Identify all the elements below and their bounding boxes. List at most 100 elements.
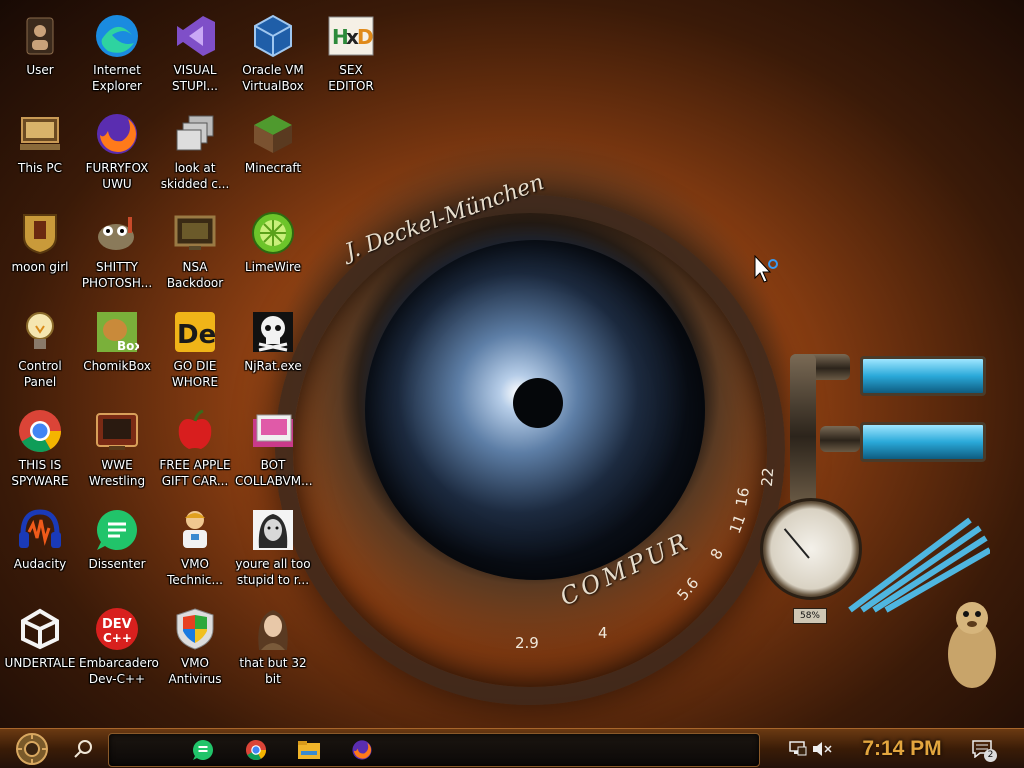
scale-number: 5.6 [673,574,703,604]
desktop-icon-nsa-backdoor[interactable]: NSA Backdoor [155,205,235,299]
svg-text:Box: Box [117,339,139,353]
network-icon [789,741,807,756]
desktop-icon-label: User [26,63,54,77]
scale-number: 8 [706,545,727,563]
desktop-icon-label: BOT COLLABVM... [235,458,313,488]
desktop-icon-internet-explorer[interactable]: Internet Explorer [77,8,157,102]
desktop-icon-moon-girl[interactable]: moon girl [0,205,80,299]
search-icon [74,740,92,758]
mouse-cursor [754,255,778,283]
cpu-gauge-needle [783,528,810,559]
desktop[interactable]: J. Deckel-München COMPUR 2.9 4 5.6 8 11 … [0,0,1024,768]
desktop-icon-embarcadero-devcpp[interactable]: DEV C++ Embarcadero Dev-C++ [77,601,159,695]
virtualbox-icon [249,12,297,60]
desktop-icon-that-but-32-bit[interactable]: that but 32 bit [233,601,313,695]
desktop-icon-label: Minecraft [244,161,302,175]
desktop-icon-this-pc[interactable]: This PC [0,106,80,200]
taskbar-clock[interactable]: 7:14 PM [852,736,952,762]
desktop-icon-label: Audacity [13,557,67,571]
desktop-icon-label: THIS IS SPYWARE [11,458,69,488]
desktop-icon-label: Internet Explorer [92,63,142,93]
desktop-icon-user[interactable]: User [0,8,80,102]
user-folder-icon [16,12,64,60]
desktop-icon-label: Oracle VM VirtualBox [242,63,304,93]
desktop-icon-label: Embarcadero Dev-C++ [79,656,159,686]
folder-icon [298,741,320,759]
audacity-icon [16,506,64,554]
taskbar-app-dissenter[interactable] [185,737,221,763]
svg-text:De: De [177,320,216,350]
desktop-icon-label: that but 32 bit [239,656,307,686]
gopher-mascot-widget [948,602,996,688]
chrome-icon [16,407,64,455]
taskbar: 7:14 PM 2 [0,728,1024,768]
svg-text:C++: C++ [103,631,132,645]
cpu-gauge-dial [760,498,862,600]
network-tray-button[interactable] [788,739,808,759]
chomikbox-icon: Box [93,308,141,356]
desktop-icon-label: FREE APPLE GIFT CAR... [159,458,231,488]
scale-number: 11 [725,511,750,537]
scale-number: 16 [732,486,754,508]
desktop-icon-bot-collabvm[interactable]: BOT COLLABVM... [233,403,313,497]
start-button[interactable] [8,731,56,767]
desktop-icon-label: GO DIE WHORE [171,359,219,389]
desktop-icon-label: ChomikBox [83,359,151,373]
volume-muted-icon [813,742,832,756]
wallpaper-lens-glass [365,240,705,580]
cpu-gauge-readout: 58% [793,608,827,624]
desktop-icon-label: VMO Technic... [167,557,223,587]
desktop-icon-free-apple-gift-card[interactable]: FREE APPLE GIFT CAR... [155,403,235,497]
desktop-icon-minecraft[interactable]: Minecraft [233,106,313,200]
cpu-gauge-widget: 58% [750,350,1000,640]
desktop-icon-vmo-antivirus[interactable]: VMO Antivirus [155,601,235,695]
desktop-icon-audacity[interactable]: Audacity [0,502,80,596]
desktop-icon-label: moon girl [11,260,69,274]
desktop-icon-furryfox[interactable]: FURRYFOX UWU [77,106,157,200]
desktop-icon-label: VMO Antivirus [168,656,222,686]
desktop-icon-wwe-wrestling[interactable]: WWE Wrestling [77,403,157,497]
desktop-icon-label: FURRYFOX UWU [85,161,149,191]
taskbar-app-firefox[interactable] [344,737,380,763]
desktop-icon-youre-all-too-stupid[interactable]: youre all too stupid to r... [233,502,313,596]
desktop-icon-label: NjRat.exe [244,359,302,373]
desktop-icon-label: LimeWire [244,260,302,274]
volume-tray-button[interactable] [812,739,832,759]
skull-icon [249,308,297,356]
desktop-icon-limewire[interactable]: LimeWire [233,205,313,299]
desktop-icon-visual-studio[interactable]: VISUAL STUPI... [155,8,235,102]
desktop-icon-this-is-spyware[interactable]: THIS IS SPYWARE [0,403,80,497]
desktop-icon-label: Dissenter [88,557,146,571]
desktop-icon-virtualbox[interactable]: Oracle VM VirtualBox [233,8,313,102]
de-icon: De [171,308,219,356]
desktop-icon-look-at-skidded[interactable]: look at skidded c... [155,106,235,200]
shield-book-icon [16,209,64,257]
desktop-icon-label: look at skidded c... [160,161,230,191]
desktop-icon-label: Control Panel [18,359,62,389]
desktop-icon-undertale[interactable]: UNDERTALE [0,601,80,695]
desktop-icon-vmo-technician[interactable]: VMO Technic... [155,502,235,596]
desktop-icon-chomikbox[interactable]: Box ChomikBox [77,304,157,398]
start-gear-icon [16,733,48,765]
desktop-icon-control-panel[interactable]: Control Panel [0,304,80,398]
search-button[interactable] [66,733,102,765]
desktop-icon-label: NSA Backdoor [166,260,224,290]
visual-studio-icon [171,12,219,60]
desktop-icon-go-die[interactable]: De GO DIE WHORE [155,304,235,398]
dissenter-icon [93,506,141,554]
firefox-icon [352,740,372,760]
windows-shield-icon [171,605,219,653]
desktop-icon-shitty-photoshop[interactable]: SHITTY PHOTOSH... [77,205,157,299]
taskbar-app-file-explorer[interactable] [291,737,327,763]
taskbar-app-chrome[interactable] [238,737,274,763]
desktop-icon-label: This PC [18,161,62,175]
desktop-icon-sex-editor[interactable]: HxD SEX EDITOR [311,8,391,102]
desktop-icon-njrat[interactable]: NjRat.exe [233,304,313,398]
notifications-button[interactable]: 2 [972,739,997,762]
desktop-icon-label: SHITTY PHOTOSH... [81,260,153,290]
hxd-editor-icon: HxD [327,12,375,60]
desktop-icon-dissenter[interactable]: Dissenter [77,502,157,596]
svg-text:D: D [357,25,374,49]
apple-icon [171,407,219,455]
chrome-icon [245,739,267,761]
